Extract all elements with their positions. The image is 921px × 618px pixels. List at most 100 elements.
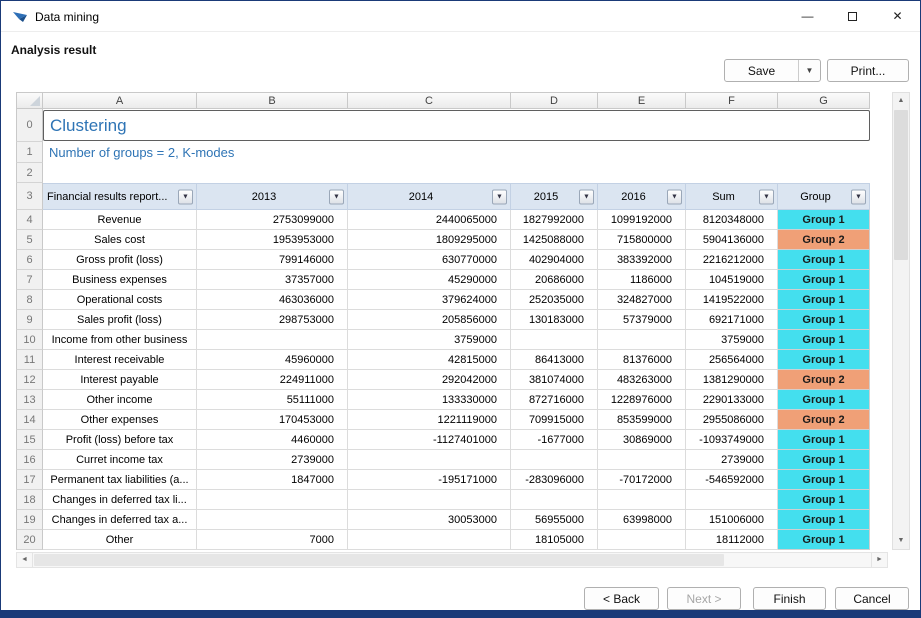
scroll-right-button[interactable]: ► (871, 553, 887, 567)
row-number[interactable]: 5 (16, 230, 43, 250)
value-cell[interactable]: 402904000 (511, 250, 598, 270)
value-cell[interactable]: 292042000 (348, 370, 511, 390)
value-cell[interactable] (598, 330, 686, 350)
value-cell[interactable]: 256564000 (686, 350, 778, 370)
group-cell[interactable]: Group 1 (778, 450, 870, 470)
cancel-button[interactable]: Cancel (835, 587, 909, 610)
value-cell[interactable]: 205856000 (348, 310, 511, 330)
save-button[interactable]: Save ▼ (724, 59, 821, 82)
value-cell[interactable]: 1809295000 (348, 230, 511, 250)
row-number[interactable]: 1 (16, 142, 43, 163)
value-cell[interactable]: 3759000 (686, 330, 778, 350)
horizontal-scrollbar-thumb[interactable] (34, 554, 724, 566)
column-header-b[interactable]: B (197, 92, 348, 109)
select-all-corner[interactable] (16, 92, 43, 109)
value-cell[interactable]: 30053000 (348, 510, 511, 530)
row-number[interactable]: 15 (16, 430, 43, 450)
header-cell-2015[interactable]: 2015 ▼ (511, 183, 598, 210)
value-cell[interactable]: 383392000 (598, 250, 686, 270)
group-cell[interactable]: Group 1 (778, 530, 870, 550)
header-cell-2014[interactable]: 2014 ▼ (348, 183, 511, 210)
value-cell[interactable]: -195171000 (348, 470, 511, 490)
value-cell[interactable]: 324827000 (598, 290, 686, 310)
minimize-button[interactable]: — (785, 1, 830, 31)
value-cell[interactable]: -546592000 (686, 470, 778, 490)
row-number[interactable]: 0 (16, 109, 43, 142)
value-cell[interactable]: 37357000 (197, 270, 348, 290)
value-cell[interactable]: 1425088000 (511, 230, 598, 250)
value-cell[interactable]: -70172000 (598, 470, 686, 490)
value-cell[interactable]: 715800000 (598, 230, 686, 250)
group-cell[interactable]: Group 1 (778, 510, 870, 530)
row-number[interactable]: 9 (16, 310, 43, 330)
value-cell[interactable]: 57379000 (598, 310, 686, 330)
value-cell[interactable]: 630770000 (348, 250, 511, 270)
value-cell[interactable]: 18112000 (686, 530, 778, 550)
save-button-label[interactable]: Save (725, 64, 798, 78)
value-cell[interactable] (511, 330, 598, 350)
value-cell[interactable]: 1186000 (598, 270, 686, 290)
value-cell[interactable] (511, 490, 598, 510)
value-cell[interactable]: 252035000 (511, 290, 598, 310)
row-number[interactable]: 4 (16, 210, 43, 230)
value-cell[interactable]: 1099192000 (598, 210, 686, 230)
value-cell[interactable]: 104519000 (686, 270, 778, 290)
filter-dropdown-button[interactable]: ▼ (329, 189, 344, 204)
value-cell[interactable] (686, 490, 778, 510)
group-cell[interactable]: Group 1 (778, 250, 870, 270)
column-header-e[interactable]: E (598, 92, 686, 109)
value-cell[interactable] (348, 490, 511, 510)
group-cell[interactable]: Group 1 (778, 350, 870, 370)
indicator-cell[interactable]: Sales profit (loss) (43, 310, 197, 330)
column-header-f[interactable]: F (686, 92, 778, 109)
indicator-cell[interactable]: Profit (loss) before tax (43, 430, 197, 450)
value-cell[interactable]: 799146000 (197, 250, 348, 270)
value-cell[interactable]: 1419522000 (686, 290, 778, 310)
indicator-cell[interactable]: Other expenses (43, 410, 197, 430)
scroll-down-button[interactable]: ▼ (893, 533, 909, 549)
group-cell[interactable]: Group 1 (778, 390, 870, 410)
row-number[interactable]: 17 (16, 470, 43, 490)
indicator-cell[interactable]: Other (43, 530, 197, 550)
column-header-g[interactable]: G (778, 92, 870, 109)
value-cell[interactable]: 2753099000 (197, 210, 348, 230)
value-cell[interactable] (348, 450, 511, 470)
value-cell[interactable]: 2955086000 (686, 410, 778, 430)
value-cell[interactable]: 42815000 (348, 350, 511, 370)
indicator-cell[interactable]: Changes in deferred tax a... (43, 510, 197, 530)
row-number[interactable]: 3 (16, 183, 43, 210)
value-cell[interactable]: 872716000 (511, 390, 598, 410)
value-cell[interactable]: 2739000 (686, 450, 778, 470)
value-cell[interactable]: 151006000 (686, 510, 778, 530)
value-cell[interactable] (348, 530, 511, 550)
value-cell[interactable]: 30869000 (598, 430, 686, 450)
group-cell[interactable]: Group 1 (778, 210, 870, 230)
close-button[interactable]: ✕ (875, 1, 920, 31)
row-number[interactable]: 8 (16, 290, 43, 310)
groups-subtitle-cell[interactable]: Number of groups = 2, K-modes (43, 142, 870, 163)
value-cell[interactable]: 2290133000 (686, 390, 778, 410)
clustering-title-cell[interactable]: Clustering (43, 109, 870, 142)
row-number[interactable]: 19 (16, 510, 43, 530)
value-cell[interactable]: 1847000 (197, 470, 348, 490)
indicator-cell[interactable]: Operational costs (43, 290, 197, 310)
filter-dropdown-button[interactable]: ▼ (851, 189, 866, 204)
chevron-down-icon[interactable]: ▼ (799, 66, 820, 75)
group-cell[interactable]: Group 1 (778, 270, 870, 290)
value-cell[interactable]: -283096000 (511, 470, 598, 490)
vertical-scrollbar-thumb[interactable] (894, 110, 908, 260)
filter-dropdown-button[interactable]: ▼ (667, 189, 682, 204)
value-cell[interactable]: 379624000 (348, 290, 511, 310)
value-cell[interactable]: 20686000 (511, 270, 598, 290)
indicator-cell[interactable]: Other income (43, 390, 197, 410)
indicator-cell[interactable]: Changes in deferred tax li... (43, 490, 197, 510)
value-cell[interactable] (598, 490, 686, 510)
value-cell[interactable]: 133330000 (348, 390, 511, 410)
value-cell[interactable]: 56955000 (511, 510, 598, 530)
scroll-left-button[interactable]: ◄ (17, 553, 33, 567)
value-cell[interactable]: -1093749000 (686, 430, 778, 450)
next-button[interactable]: Next > (667, 587, 741, 610)
value-cell[interactable]: 55111000 (197, 390, 348, 410)
value-cell[interactable]: 8120348000 (686, 210, 778, 230)
group-cell[interactable]: Group 1 (778, 330, 870, 350)
